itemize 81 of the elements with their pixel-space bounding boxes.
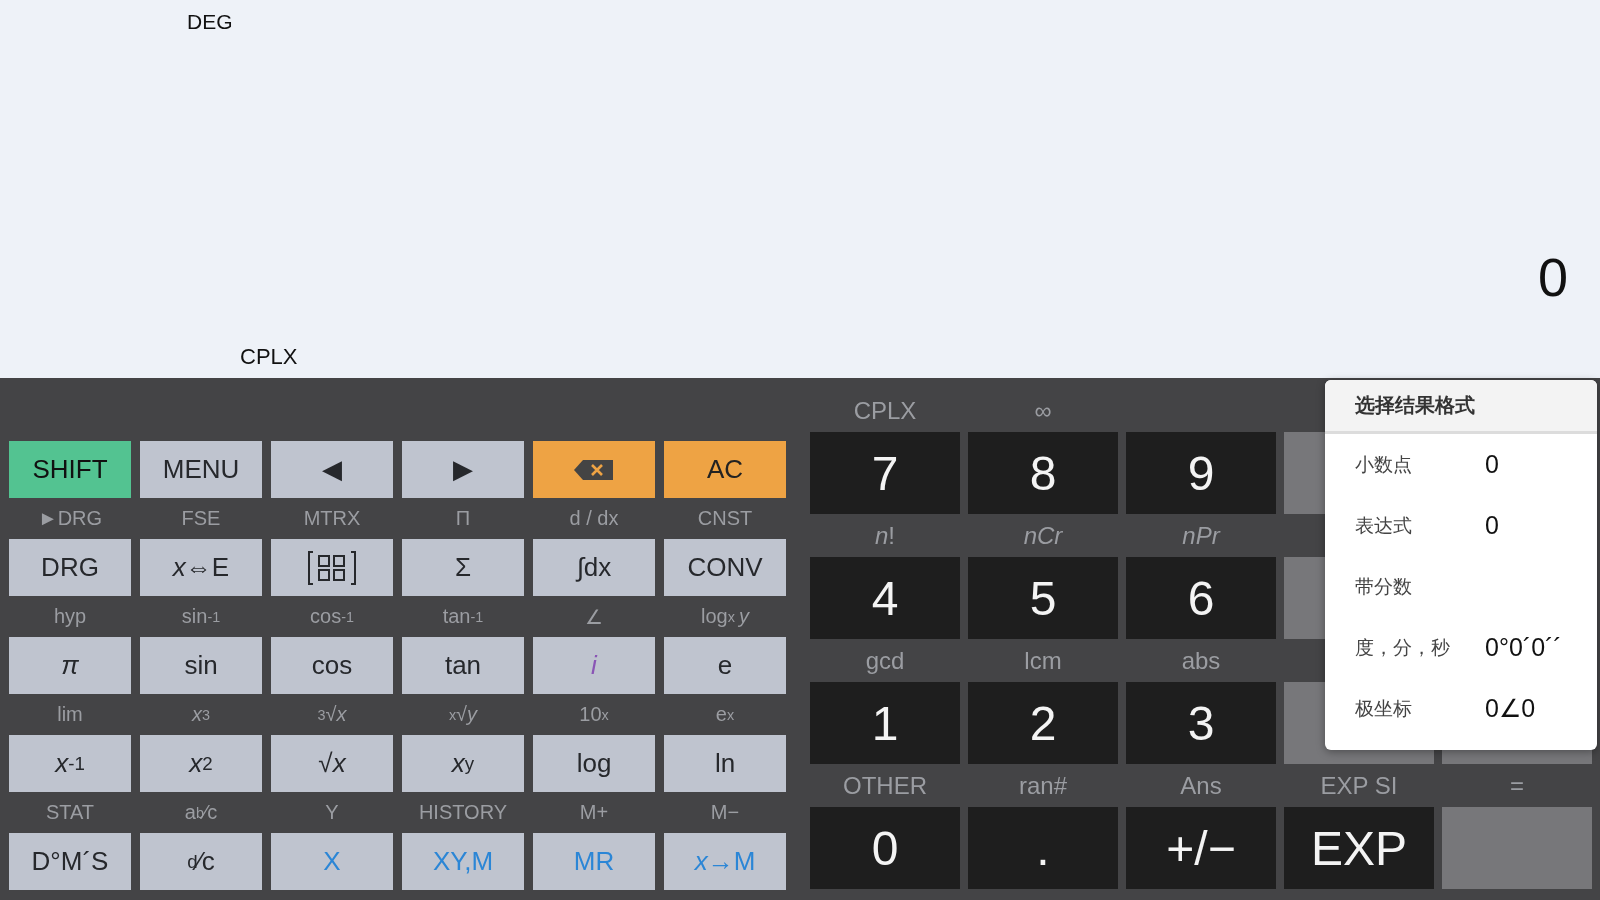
calculator-key[interactable]: sin (140, 637, 262, 694)
shift-function-label: STAT (44, 800, 96, 825)
shift-function-label: abs (1180, 645, 1222, 676)
shift-function-label: hyp (52, 604, 88, 629)
shift-function-label: nPr (1181, 520, 1222, 551)
calculator-key[interactable]: 7 (810, 432, 960, 514)
calculator-key[interactable]: 3 (1126, 682, 1276, 764)
calculator-key[interactable]: tan (402, 637, 524, 694)
menu-item-label: 表达式 (1355, 513, 1413, 538)
shift-function-label: nCr (1022, 520, 1064, 551)
shift-function-label: MTRX (302, 506, 362, 531)
menu-item-label: 度，分，秒 (1355, 635, 1451, 660)
calculator-key[interactable]: 9 (1126, 432, 1276, 514)
shift-function-label: Y (324, 800, 340, 825)
calculator-key[interactable]: 4 (810, 557, 960, 639)
shift-function-label: Π (454, 506, 472, 531)
shift-function-label: M− (709, 800, 741, 825)
menu-item-label: 极坐标 (1355, 696, 1413, 721)
calculator-key[interactable]: x⇔E (140, 539, 262, 596)
shift-function-label: FSE (180, 506, 222, 531)
calculator-key[interactable]: 6 (1126, 557, 1276, 639)
shift-function-label: CPLX (852, 395, 918, 426)
mode-indicator: CPLX (240, 344, 298, 370)
calculator-key[interactable]: ln (664, 735, 786, 792)
shift-function-label: d / dx (568, 506, 620, 531)
shift-function-label: EXP SI (1319, 770, 1399, 801)
shift-function-label: ran# (1017, 770, 1068, 801)
menu-item-label: 小数点 (1355, 452, 1413, 477)
calculator-key[interactable]: e (664, 637, 786, 694)
calculator-key[interactable]: ▶ (402, 441, 524, 498)
calculator-key[interactable]: log (533, 735, 655, 792)
menu-item[interactable]: 极坐标 0∠0 (1325, 678, 1597, 739)
calculator-key[interactable]: MENU (140, 441, 262, 498)
calculator-key[interactable]: SHIFT (9, 441, 131, 498)
calculator-key[interactable]: EXP (1284, 807, 1434, 889)
calculator-key[interactable]: +/− (1126, 807, 1276, 889)
shift-function-label: = (1509, 770, 1525, 801)
calculator-key[interactable]: π (9, 637, 131, 694)
calculator-key[interactable]: 1 (810, 682, 960, 764)
shift-function-label: OTHER (842, 770, 928, 801)
shift-function-label: lcm (1023, 645, 1063, 676)
menu-item[interactable]: 带分数 (1325, 556, 1597, 617)
menu-title: 选择结果格式 (1355, 393, 1475, 418)
shift-function-label: CNST (696, 506, 754, 531)
shift-function-label: Ans (1179, 770, 1223, 801)
calculator-key[interactable]: ∫dx (533, 539, 655, 596)
calculator-key[interactable]: DRG (9, 539, 131, 596)
calculator-key[interactable]: 8 (968, 432, 1118, 514)
calculator-key[interactable]: D°M´S (9, 833, 131, 890)
angle-mode-indicator: DEG (187, 10, 233, 34)
calculator-key[interactable]: Σ (402, 539, 524, 596)
calculator-key[interactable] (271, 539, 393, 596)
shift-function-label: HISTORY (417, 800, 509, 825)
calculator-key[interactable]: 5 (968, 557, 1118, 639)
shift-function-label: M+ (578, 800, 610, 825)
menu-item[interactable]: 小数点 0 (1325, 434, 1597, 495)
backspace-key[interactable] (533, 441, 655, 498)
calculator-key[interactable]: AC (664, 441, 786, 498)
shift-function-label: lim (56, 702, 84, 727)
result-value: 0 (1537, 250, 1568, 304)
menu-item-value: 0°0´0´´ (1485, 633, 1562, 662)
shift-function-label: ∞ (1033, 395, 1053, 426)
matrix-icon (307, 550, 357, 585)
menu-item-value: 0∠0 (1485, 694, 1536, 723)
calculator-key[interactable]: 0 (810, 807, 960, 889)
calculator-key[interactable]: CONV (664, 539, 786, 596)
calculator-key[interactable]: √x (271, 735, 393, 792)
calculator-key[interactable]: ◀ (271, 441, 393, 498)
menu-item[interactable]: 度，分，秒 0°0´0´´ (1325, 617, 1597, 678)
menu-item-label: 带分数 (1355, 574, 1413, 599)
calculator-key[interactable]: cos (271, 637, 393, 694)
menu-item-value: 0 (1485, 450, 1499, 479)
shift-function-label: n! (874, 520, 896, 551)
backspace-icon (573, 457, 615, 482)
shift-function-label: ►DRG (36, 506, 104, 531)
shift-function-label: gcd (864, 645, 906, 676)
menu-item-value: 0 (1485, 511, 1499, 540)
shift-function-label: ∠ (584, 604, 604, 630)
menu-item[interactable]: 表达式 0 (1325, 495, 1597, 556)
calculator-key[interactable]: . (968, 807, 1118, 889)
calculator-key[interactable]: 2 (968, 682, 1118, 764)
